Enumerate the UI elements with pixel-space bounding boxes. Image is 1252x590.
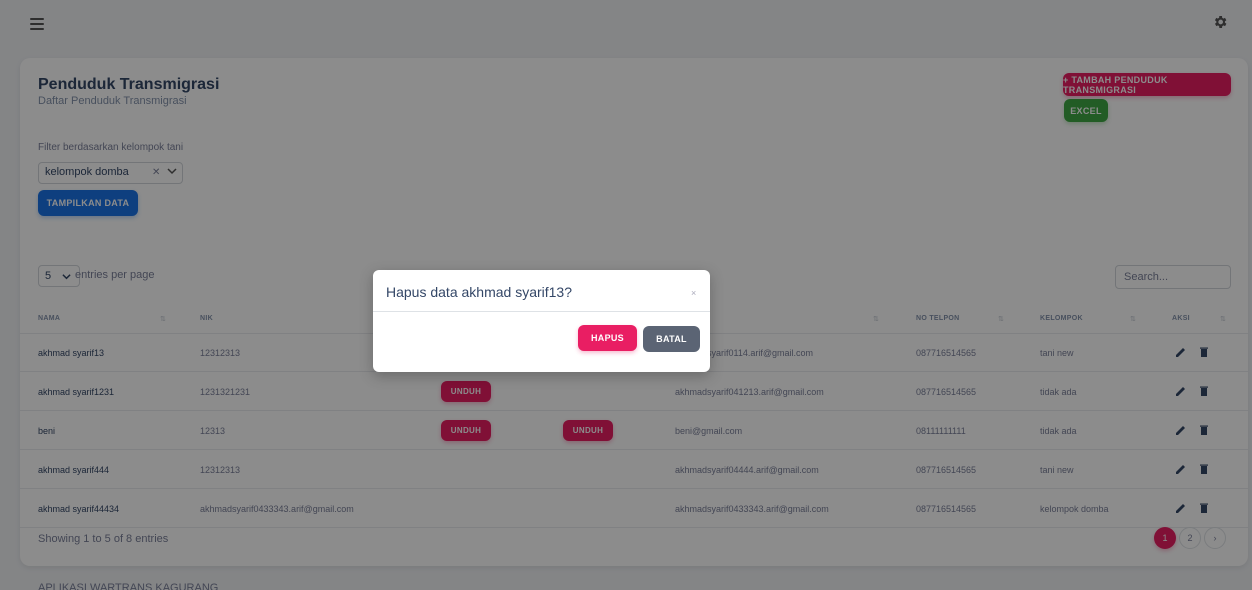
- delete-confirm-modal: Hapus data akhmad syarif13? × HAPUS BATA…: [373, 270, 710, 372]
- batal-button[interactable]: BATAL: [643, 326, 700, 352]
- close-icon[interactable]: ×: [691, 288, 696, 298]
- modal-title: Hapus data akhmad syarif13?: [386, 284, 572, 300]
- hapus-button[interactable]: HAPUS: [578, 325, 637, 351]
- divider: [373, 311, 710, 312]
